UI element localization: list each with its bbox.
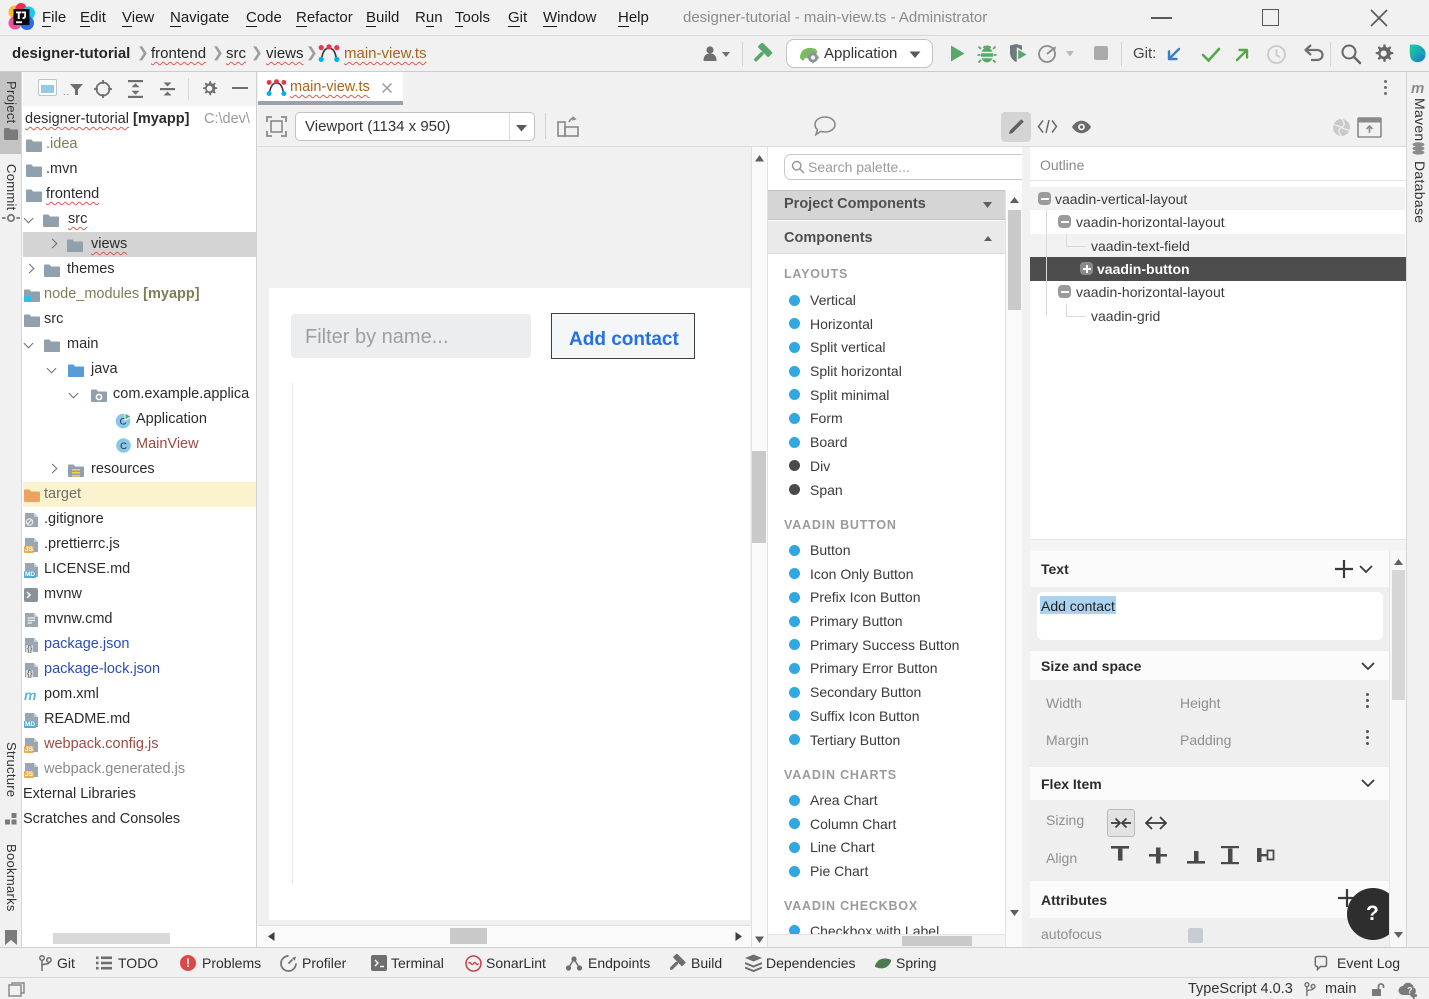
svg-text:?: ? [1407, 986, 1413, 996]
svg-text:C: C [120, 441, 127, 452]
